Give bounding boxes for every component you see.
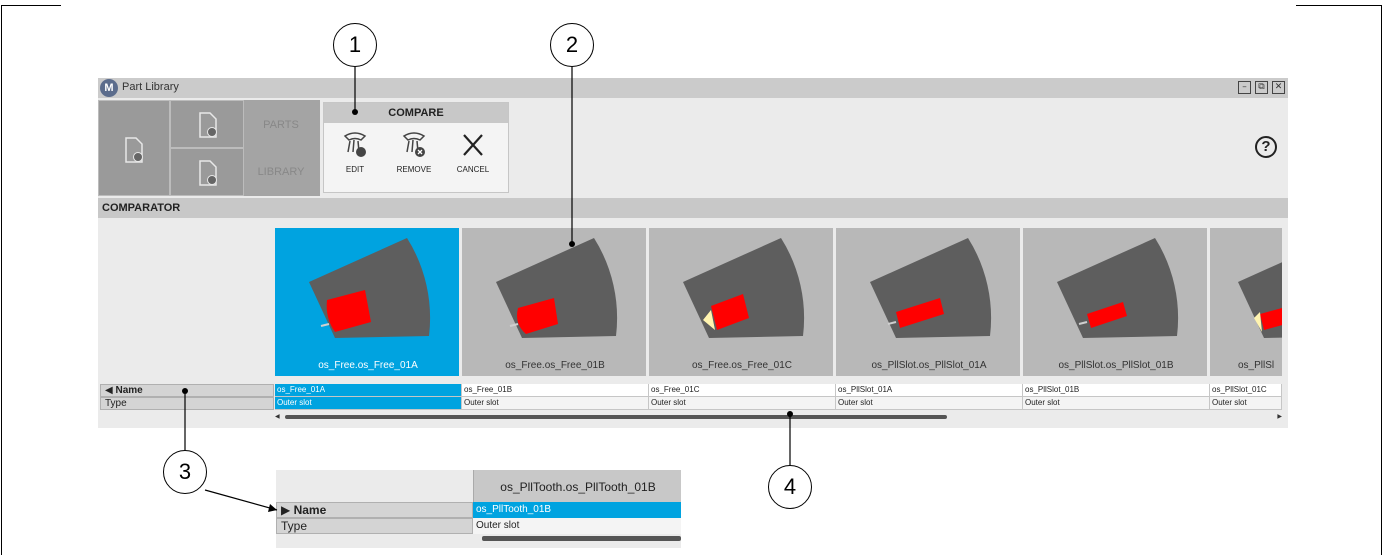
callout-1: 1 xyxy=(333,23,377,67)
callout-leaders xyxy=(182,67,793,512)
callout-4: 4 xyxy=(768,465,812,509)
callout-3: 3 xyxy=(163,450,207,494)
callout-2: 2 xyxy=(550,23,594,67)
figure: M Part Library – ⧉ ✕ PARTS LIBRARY COMPA… xyxy=(0,0,1383,555)
